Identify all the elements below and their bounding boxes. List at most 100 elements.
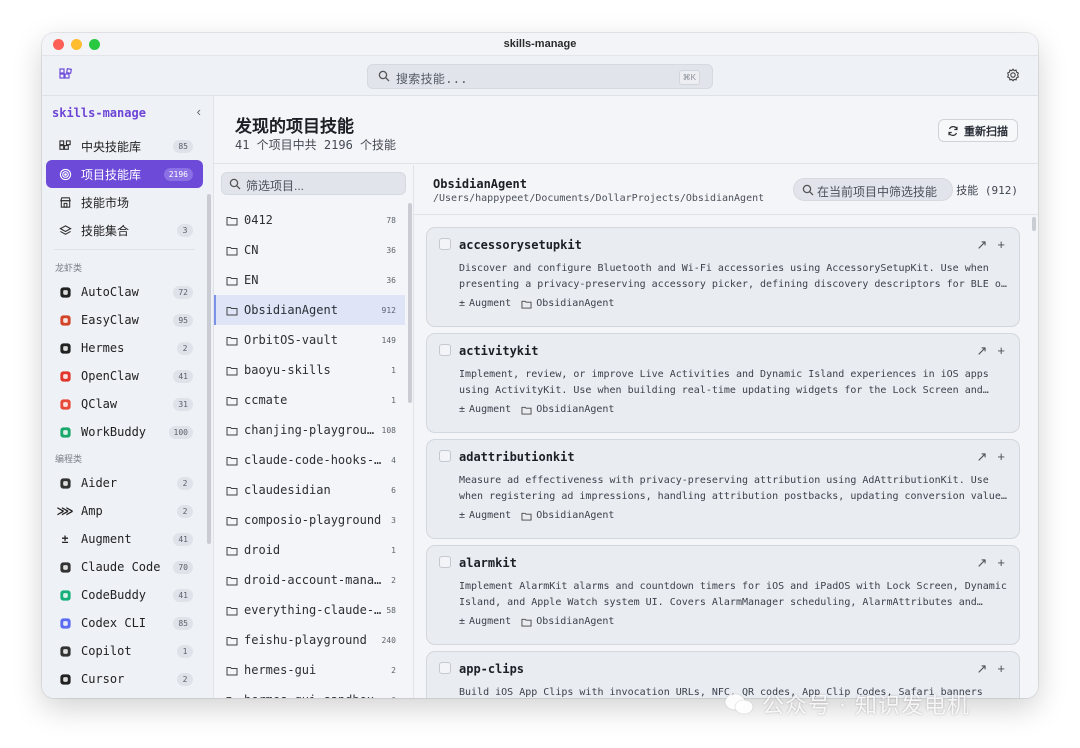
sidebar-agent-item[interactable]: EasyClaw 95 — [46, 306, 203, 334]
open-external-icon[interactable]: ↗ — [977, 343, 988, 359]
sidebar-agent-item[interactable]: Cursor 2 — [46, 665, 203, 693]
add-icon[interactable]: + — [997, 237, 1005, 253]
project-item[interactable]: hermes-gui-sandbox 6 — [214, 685, 405, 698]
search-placeholder: 搜索技能... — [396, 72, 468, 86]
skill-select-checkbox[interactable] — [439, 238, 451, 250]
project-item[interactable]: baoyu-skills 1 — [214, 355, 405, 385]
sidebar-scrollbar[interactable] — [207, 194, 211, 544]
add-icon[interactable]: + — [997, 449, 1005, 465]
project-name: baoyu-skills — [244, 363, 331, 377]
sidebar-agent-item[interactable]: CodeBuddy 41 — [46, 581, 203, 609]
project-item[interactable]: claudesidian 6 — [214, 475, 405, 505]
qclaw-icon — [58, 397, 72, 411]
open-external-icon[interactable]: ↗ — [977, 661, 988, 677]
skill-list-scrollbar[interactable] — [1032, 217, 1036, 231]
sidebar-item-3[interactable]: 技能集合 3 — [46, 216, 203, 244]
target-icon — [58, 167, 72, 181]
project-item[interactable]: claude-code-hooks-m… 4 — [214, 445, 405, 475]
amp-icon: ⋙ — [56, 504, 74, 518]
sidebar-item-label: OpenClaw — [81, 369, 139, 383]
skill-card[interactable]: adattributionkit ↗ + Measure ad effectivene… — [426, 439, 1020, 539]
sidebar-agent-item[interactable]: Aider 2 — [46, 469, 203, 497]
sidebar-agent-item[interactable]: AutoClaw 72 — [46, 278, 203, 306]
project-item[interactable]: droid 1 — [214, 535, 405, 565]
watermark-text: 公众号 · 知识发电机 — [762, 694, 970, 719]
sidebar-agent-item[interactable]: Claude Code 70 — [46, 553, 203, 581]
project-name: chanjing-playgrou… — [244, 423, 375, 437]
sidebar-agent-item[interactable]: ± Augment 41 — [46, 525, 203, 553]
page-subtitle: 41 个项目中共 2196 个技能 — [235, 138, 397, 152]
sidebar-agent-item[interactable]: Copilot 1 — [46, 637, 203, 665]
skill-card[interactable]: alarmkit ↗ + Implement AlarmKit alarms and … — [426, 545, 1020, 645]
sidebar-item-label: Claude Code — [81, 560, 161, 574]
skill-meta: ± Augment ObsidianAgent — [459, 510, 614, 521]
project-item[interactable]: OrbitOS-vault 149 — [214, 325, 405, 355]
sidebar-item-2[interactable]: 技能市场 — [46, 188, 203, 216]
sidebar-divider — [54, 249, 195, 250]
project-skill-count: 2 — [391, 665, 396, 675]
open-external-icon[interactable]: ↗ — [977, 449, 988, 465]
augment-icon: ± — [459, 510, 466, 521]
watermark: 公众号 · 知识发电机 — [724, 688, 970, 720]
skill-project: ObsidianAgent — [536, 298, 615, 309]
project-item[interactable]: ccmate 1 — [214, 385, 405, 415]
project-item[interactable]: droid-account-manage 2 — [214, 565, 405, 595]
sidebar-agent-item[interactable]: OpenClaw 41 — [46, 362, 203, 390]
project-item[interactable]: hermes-gui 2 — [214, 655, 405, 685]
skill-select-checkbox[interactable] — [439, 344, 451, 356]
sidebar-item-label: CodeBuddy — [81, 588, 147, 602]
project-item[interactable]: ObsidianAgent 912 — [214, 295, 405, 325]
app-brand: skills-manage — [52, 106, 146, 120]
sidebar-item-label: 项目技能库 — [81, 167, 142, 182]
sidebar-item-label: Codex CLI — [81, 616, 147, 630]
project-item[interactable]: everything-claude-… 58 — [214, 595, 405, 625]
add-icon[interactable]: + — [997, 661, 1005, 677]
claude-code-icon — [58, 560, 72, 574]
global-search-input[interactable]: 搜索技能... ⌘K — [367, 64, 713, 89]
main-panel: 发现的项目技能 41 个项目中共 2196 个技能 重新扫描 筛选项目... 0… — [214, 96, 1038, 698]
sidebar-toggle-icon[interactable] — [59, 68, 73, 82]
folder-icon — [226, 605, 238, 616]
open-external-icon[interactable]: ↗ — [977, 237, 988, 253]
skill-select-checkbox[interactable] — [439, 662, 451, 674]
skill-agent: Augment — [469, 404, 512, 415]
grid-icon — [58, 139, 72, 153]
add-icon[interactable]: + — [997, 343, 1005, 359]
project-item[interactable]: 0412 78 — [214, 205, 405, 235]
project-skill-count: 36 — [386, 245, 396, 255]
sidebar-item-1[interactable]: 项目技能库 2196 — [46, 160, 203, 188]
project-item[interactable]: composio-playground 3 — [214, 505, 405, 535]
skill-filter-input[interactable]: 在当前项目中筛选技能 — [793, 178, 953, 201]
sidebar-agent-item[interactable]: Hermes 2 — [46, 334, 203, 362]
project-item[interactable]: CN 36 — [214, 235, 405, 265]
skill-description-line: Discover and configure Bluetooth and Wi-… — [459, 263, 989, 274]
skill-card[interactable]: activitykit ↗ + Implement, review, or impro… — [426, 333, 1020, 433]
rescan-button[interactable]: 重新扫描 — [938, 119, 1018, 142]
sidebar-agent-item[interactable]: WorkBuddy 100 — [46, 418, 203, 446]
skill-card[interactable]: accessorysetupkit ↗ + Discover and configur… — [426, 227, 1020, 327]
skill-select-checkbox[interactable] — [439, 450, 451, 462]
project-name: ObsidianAgent — [433, 177, 527, 191]
project-filter-input[interactable]: 筛选项目... — [221, 172, 406, 195]
folder-icon — [521, 299, 532, 309]
collapse-sidebar-icon[interactable]: ‹ — [197, 104, 201, 119]
skill-agent: Augment — [469, 298, 512, 309]
sidebar-agent-item[interactable]: QClaw 31 — [46, 390, 203, 418]
sidebar-agent-item[interactable]: Codex CLI 85 — [46, 609, 203, 637]
sidebar-item-0[interactable]: 中央技能库 85 — [46, 132, 203, 160]
folder-icon — [226, 575, 238, 586]
settings-gear-icon[interactable] — [1006, 68, 1020, 82]
project-item[interactable]: feishu-playground 240 — [214, 625, 405, 655]
project-item[interactable]: chanjing-playgrou… 108 — [214, 415, 405, 445]
project-skill-count: 912 — [381, 305, 396, 315]
project-list-scrollbar[interactable] — [408, 203, 412, 403]
sidebar-item-label: Aider — [81, 476, 118, 490]
sidebar-agent-item[interactable]: ⋙ Amp 2 — [46, 497, 203, 525]
open-external-icon[interactable]: ↗ — [977, 555, 988, 571]
project-item[interactable]: EN 36 — [214, 265, 405, 295]
project-skill-count: 58 — [386, 605, 396, 615]
project-skill-count: 3 — [391, 515, 396, 525]
add-icon[interactable]: + — [997, 555, 1005, 571]
skill-select-checkbox[interactable] — [439, 556, 451, 568]
skill-meta: ± Augment ObsidianAgent — [459, 298, 614, 309]
